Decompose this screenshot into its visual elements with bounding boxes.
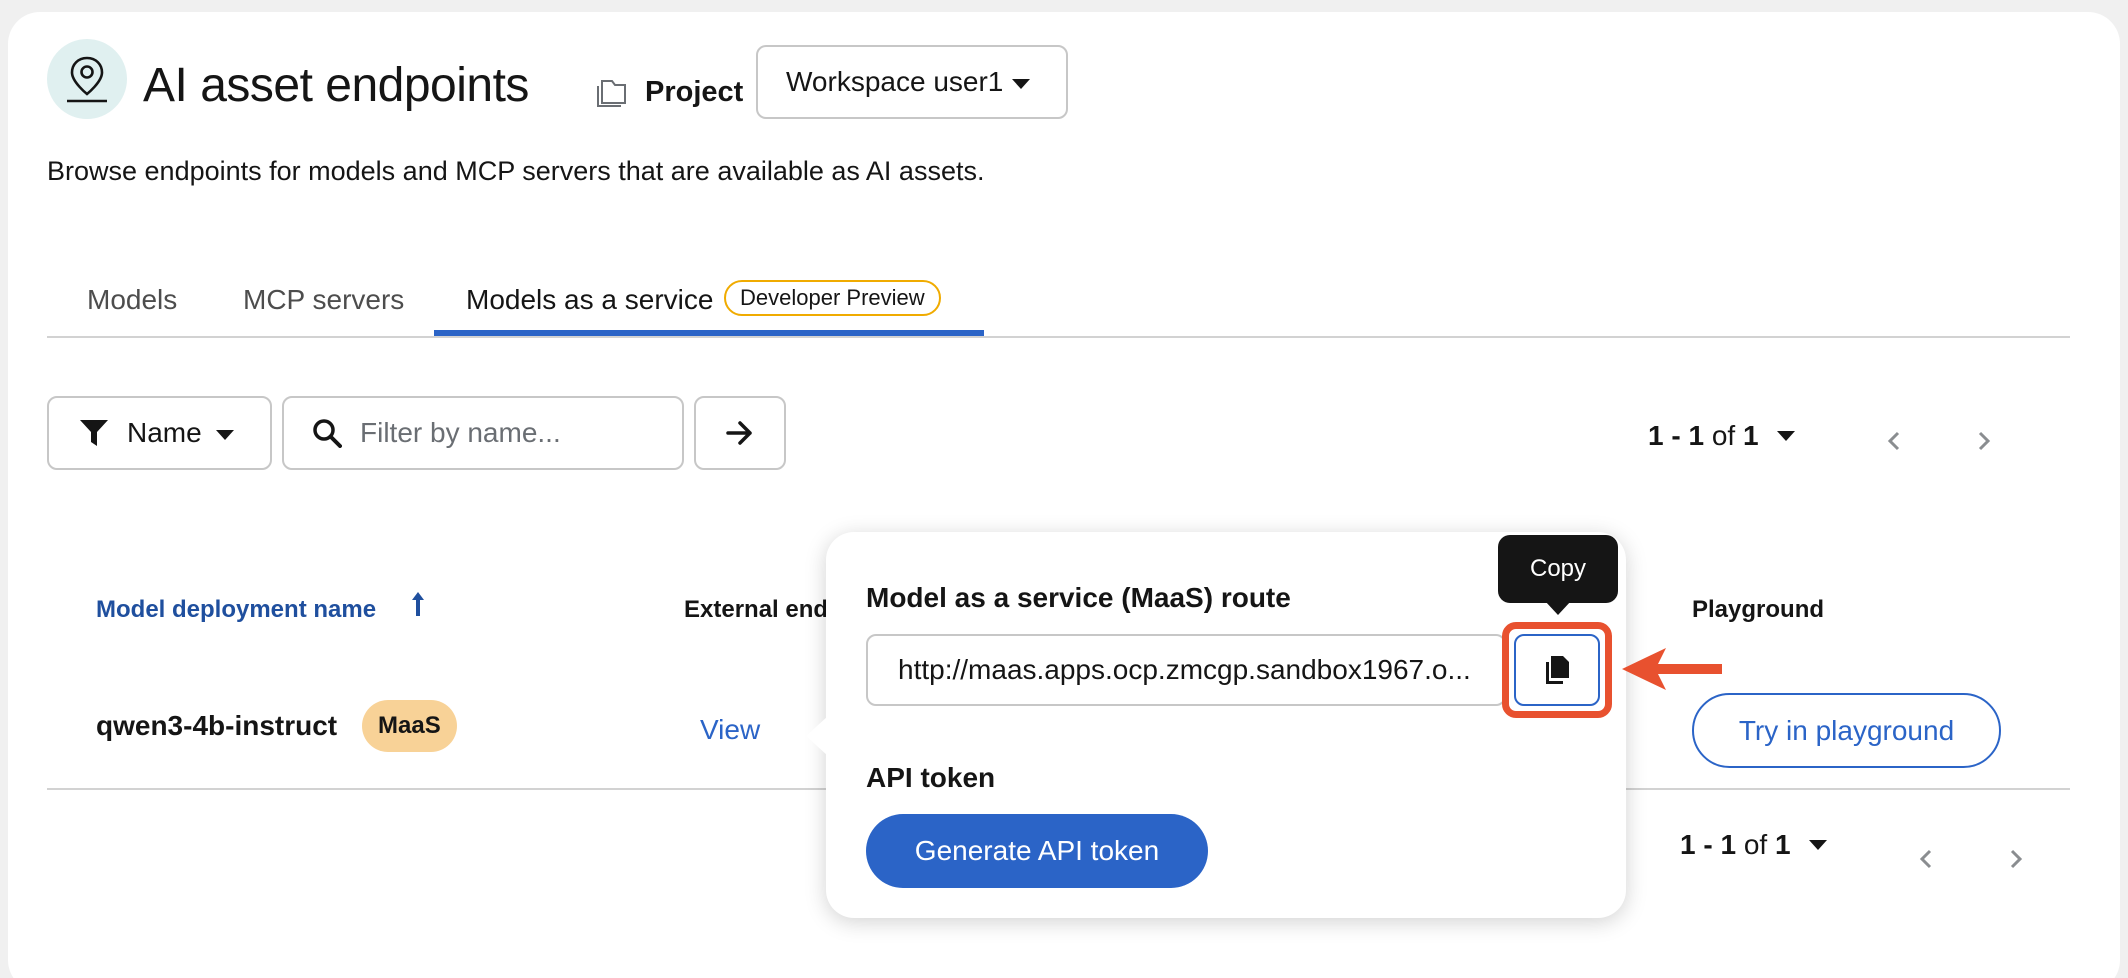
maas-badge: MaaS — [362, 700, 457, 752]
active-tab-indicator — [434, 330, 984, 336]
try-in-playground-button[interactable]: Try in playground — [1692, 693, 2001, 768]
tab-mcp-servers[interactable]: MCP servers — [243, 284, 404, 316]
next-page-icon[interactable] — [1976, 426, 1992, 460]
caret-down-icon — [216, 430, 234, 440]
popover-arrow — [806, 716, 828, 756]
api-token-title: API token — [866, 762, 996, 793]
prev-page-icon[interactable] — [1886, 426, 1902, 460]
project-label: Project — [645, 76, 744, 108]
pagination-total: 1 — [1742, 420, 1759, 451]
prev-page-icon[interactable] — [1918, 844, 1934, 878]
pagination-of: of — [1743, 829, 1768, 860]
column-header-name[interactable]: Model deployment name — [96, 596, 376, 624]
tooltip-arrow — [1545, 601, 1571, 615]
pagination-bottom[interactable]: 1 - 1 of 1 — [1680, 829, 1827, 861]
tab-models[interactable]: Models — [87, 284, 177, 316]
next-page-icon[interactable] — [2008, 844, 2024, 878]
developer-preview-badge: Developer Preview — [724, 280, 941, 316]
pagination-of: of — [1711, 420, 1736, 451]
page-title: AI asset endpoints — [143, 59, 529, 112]
tab-bar: Models MCP servers Models as a service D… — [47, 268, 2070, 338]
pagination-range: 1 - 1 — [1648, 420, 1705, 451]
tab-models-as-a-service[interactable]: Models as a service — [466, 284, 713, 316]
search-submit-button[interactable] — [694, 396, 786, 470]
page-description: Browse endpoints for models and MCP serv… — [47, 156, 985, 186]
search-input[interactable] — [360, 417, 670, 449]
caret-down-icon — [1776, 431, 1795, 441]
copy-button-highlight — [1502, 622, 1612, 718]
annotation-arrow-icon — [1620, 646, 1724, 697]
sort-asc-icon[interactable] — [410, 590, 426, 625]
pagination-total: 1 — [1774, 829, 1791, 860]
project-select[interactable]: Workspace user1 — [756, 45, 1068, 119]
search-field[interactable] — [282, 396, 684, 470]
view-endpoint-link[interactable]: View — [700, 714, 760, 746]
column-header-playground: Playground — [1692, 596, 1825, 623]
filter-icon — [80, 420, 108, 446]
column-header-external-endpoint: External end — [684, 596, 829, 623]
model-deployment-name: qwen3-4b-instruct — [96, 710, 338, 741]
caret-down-icon — [1808, 840, 1827, 850]
pagination-top[interactable]: 1 - 1 of 1 — [1648, 420, 1795, 452]
copy-tooltip: Copy — [1498, 535, 1618, 603]
folder-icon — [596, 77, 628, 107]
pagination-range: 1 - 1 — [1680, 829, 1737, 860]
filter-attribute-label: Name — [127, 417, 202, 448]
caret-down-icon — [1012, 79, 1030, 89]
generate-api-token-button[interactable]: Generate API token — [866, 814, 1208, 888]
maas-route-field[interactable]: http://maas.apps.ocp.zmcgp.sandbox1967.o… — [866, 634, 1506, 706]
arrow-right-icon — [726, 421, 752, 445]
filter-attribute-select[interactable]: Name — [47, 396, 272, 470]
maas-route-title: Model as a service (MaaS) route — [866, 582, 1291, 613]
search-icon — [313, 419, 342, 448]
map-pin-icon — [47, 39, 127, 119]
project-select-value: Workspace user1 — [786, 66, 1004, 97]
